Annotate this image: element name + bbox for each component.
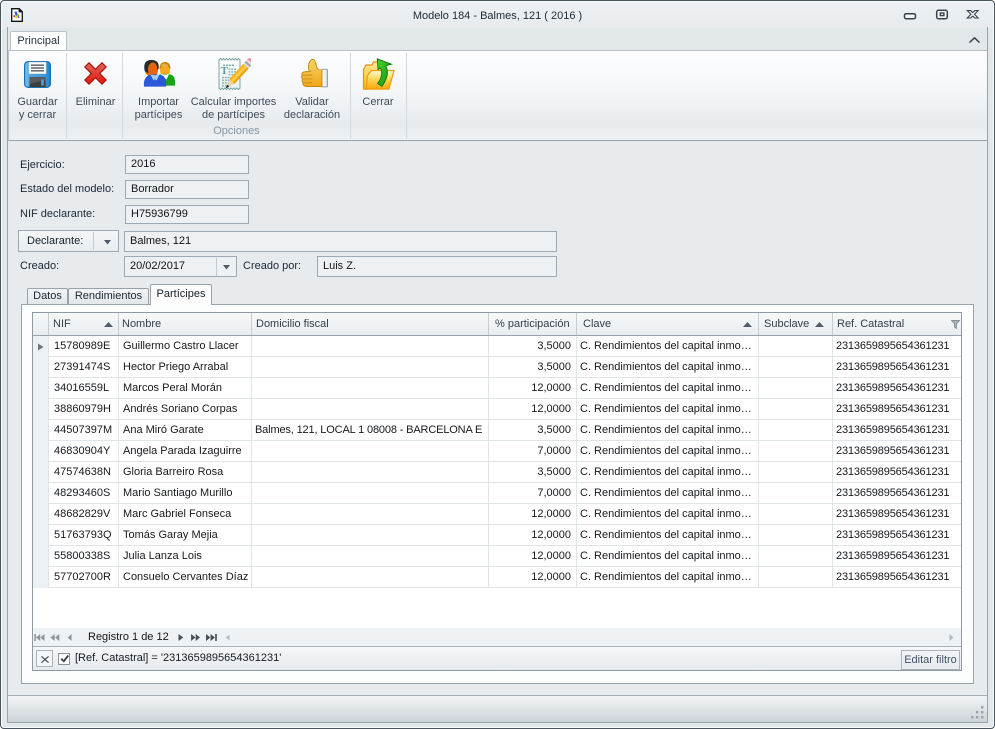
- svg-text:T: T: [221, 65, 229, 77]
